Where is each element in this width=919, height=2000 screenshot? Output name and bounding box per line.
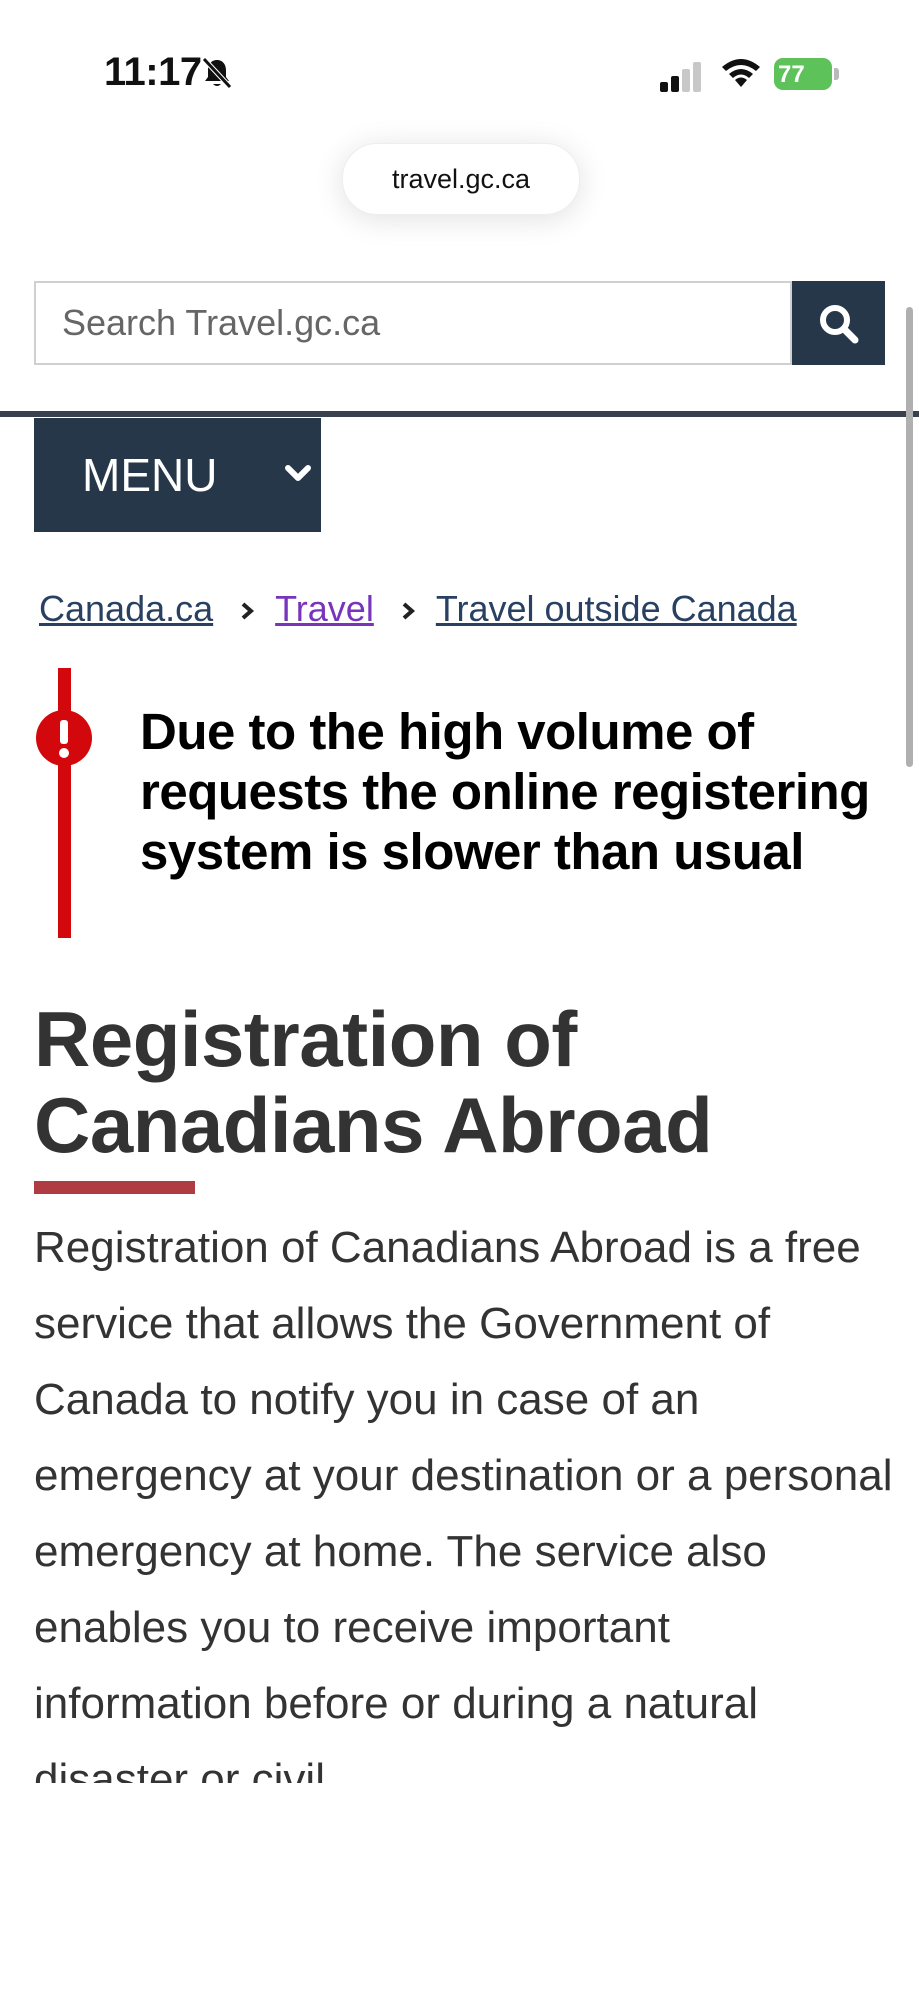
title-underline [34, 1181, 195, 1194]
status-time: 11:17 [104, 50, 202, 94]
breadcrumb-travel-outside-canada[interactable]: Travel outside Canada [436, 588, 797, 629]
alert-banner: Due to the high volume of requests the o… [34, 668, 894, 938]
exclamation-icon [36, 710, 92, 766]
battery-icon: 77 [774, 58, 840, 90]
search-form [34, 281, 885, 365]
breadcrumb-travel[interactable]: Travel [275, 588, 374, 629]
battery-percentage: 77 [778, 61, 805, 88]
chevron-down-icon [285, 465, 311, 481]
intro-paragraph: Registration of Canadians Abroad is a fr… [34, 1223, 893, 1783]
cellular-signal-icon [660, 62, 701, 92]
chevron-right-icon [241, 602, 255, 620]
chevron-right-icon [402, 602, 415, 620]
address-bar[interactable]: travel.gc.ca [342, 143, 580, 215]
battery-tip [834, 68, 839, 80]
breadcrumb: Canada.ca Travel Travel outside Canada [39, 588, 797, 630]
page-title: Registration of Canadians Abroad [34, 995, 713, 1169]
menu-button[interactable]: MENU [34, 418, 321, 532]
search-input[interactable] [34, 281, 792, 365]
header-divider [0, 411, 919, 417]
alert-message: Due to the high volume of requests the o… [140, 703, 870, 880]
search-icon [820, 305, 859, 344]
silent-bell-icon [202, 57, 232, 89]
page-scrollbar[interactable] [906, 307, 913, 767]
menu-label: MENU [82, 449, 218, 501]
search-button[interactable] [792, 281, 885, 365]
wifi-icon [722, 59, 760, 87]
breadcrumb-canada[interactable]: Canada.ca [39, 588, 213, 629]
status-bar: 11:17 77 [0, 0, 919, 140]
address-url: travel.gc.ca [391, 163, 531, 194]
